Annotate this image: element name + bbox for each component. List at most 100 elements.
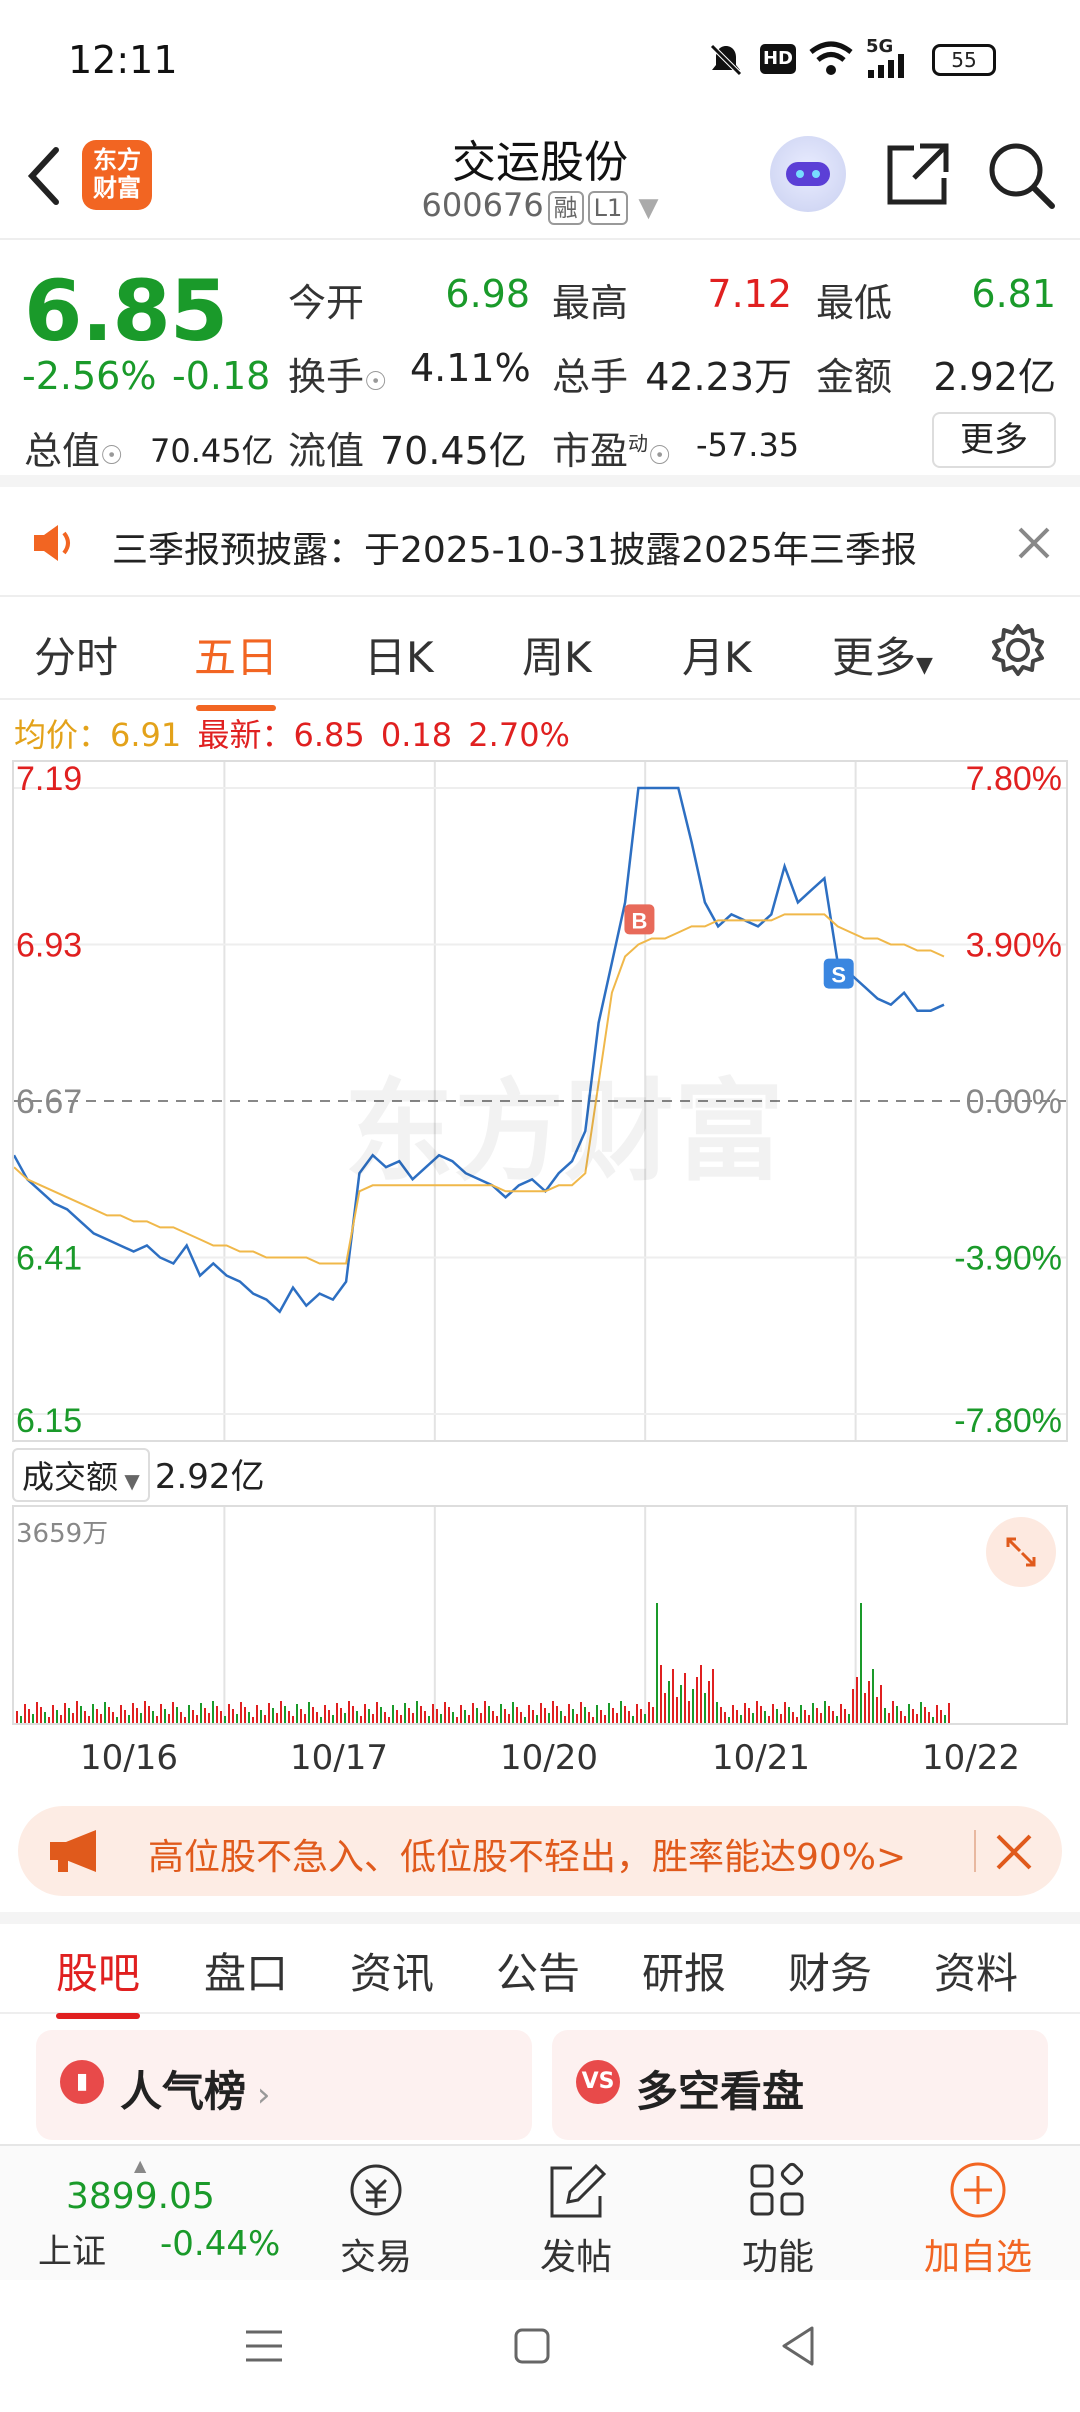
tab-profile[interactable]: 资料: [934, 1940, 1018, 2001]
dropdown-icon: ▼: [638, 193, 659, 223]
volume-bar: [100, 1714, 102, 1723]
tab-monthly-k[interactable]: 月K: [682, 624, 752, 685]
volume-bar: [136, 1708, 138, 1723]
volume-bar: [920, 1702, 922, 1723]
back-nav-icon[interactable]: [776, 2322, 820, 2370]
volume-bar: [400, 1715, 402, 1723]
volume-bar: [364, 1704, 366, 1723]
tab-research[interactable]: 研报: [642, 1940, 726, 2001]
tab-weekly-k[interactable]: 周K: [522, 624, 592, 685]
quote-panel: 6.85 -2.56% -0.18 今开 6.98 最高 7.12 最低 6.8…: [0, 242, 1080, 487]
trade-icon: [350, 2164, 402, 2216]
volume-bar: [692, 1689, 694, 1723]
volume-bar: [348, 1701, 350, 1723]
volume-bar: [220, 1711, 222, 1723]
ai-assistant-icon[interactable]: [770, 136, 846, 212]
avg-value: 6.91: [110, 716, 182, 754]
bull-bear-card[interactable]: VS 多空看盘: [552, 2030, 1048, 2140]
volume-bar: [888, 1713, 890, 1723]
volume-bar: [316, 1712, 318, 1723]
edit-icon: [550, 2163, 607, 2218]
close-icon[interactable]: [994, 1832, 1034, 1872]
share-icon[interactable]: [884, 140, 952, 208]
change-amount: -0.18: [172, 354, 271, 398]
popularity-card[interactable]: ▮ 人气榜 ›: [36, 2030, 532, 2140]
tab-finance[interactable]: 财务: [788, 1940, 872, 2001]
volume-bar: [156, 1716, 158, 1723]
volume-bar: [936, 1705, 938, 1723]
volume-bar: [836, 1716, 838, 1723]
volume-bar: [96, 1709, 98, 1723]
volume-bar: [228, 1704, 230, 1723]
expand-icon[interactable]: [986, 1517, 1056, 1587]
volume-bar: [532, 1710, 534, 1723]
volume-bar: [104, 1702, 106, 1723]
volume-bar: [636, 1704, 638, 1723]
volume-bar: [144, 1701, 146, 1723]
volume-value: 2.92亿: [154, 1457, 265, 1497]
volume-chart[interactable]: 3659万: [12, 1505, 1068, 1725]
volume-bar: [84, 1711, 86, 1723]
tab-guba[interactable]: 股吧: [56, 1940, 141, 2019]
y-tick-right: -3.90%: [954, 1240, 1062, 1278]
date-tick: 10/16: [80, 1738, 178, 1778]
notice-bar[interactable]: 三季报预披露：于2025-10-31披露2025年三季报: [0, 487, 1080, 597]
volume-bar: [20, 1716, 22, 1723]
volume-selector[interactable]: 成交额 ▼: [12, 1448, 150, 1502]
change-percent: -2.56%: [22, 354, 157, 398]
volume-bar: [944, 1715, 946, 1723]
volume-bar: [792, 1712, 794, 1723]
volume-bar: [256, 1705, 258, 1723]
volume-bar: [896, 1706, 898, 1723]
volume-bar: [148, 1706, 150, 1723]
promo-banner[interactable]: 高位股不急入、低位股不轻出，胜率能达90%>: [18, 1806, 1062, 1896]
volume-bar: [556, 1706, 558, 1723]
volume-bar: [808, 1715, 810, 1723]
volume-bar: [216, 1706, 218, 1723]
volume-bar: [392, 1705, 394, 1723]
close-icon[interactable]: [1016, 525, 1052, 561]
tab-orderbook[interactable]: 盘口: [204, 1940, 288, 2001]
volume-bar: [880, 1685, 882, 1723]
tab-announcements[interactable]: 公告: [496, 1940, 580, 2001]
volume-bar: [268, 1703, 270, 1723]
tab-news[interactable]: 资讯: [350, 1940, 434, 2001]
home-icon[interactable]: [510, 2324, 554, 2368]
volume-bar: [592, 1717, 594, 1723]
volume-bar: [540, 1703, 542, 1723]
volume-bar: [812, 1703, 814, 1723]
volume-bar: [728, 1717, 730, 1723]
volume-bar: [548, 1713, 550, 1723]
price-chart[interactable]: 7.19 7.80% 6.93 3.90% 6.67 0.00% 6.41 -3.90% 6.1…: [12, 760, 1068, 1442]
volume-bar: [92, 1704, 94, 1723]
volume-bar: [712, 1669, 714, 1723]
volume-bar: [464, 1710, 466, 1723]
settings-icon[interactable]: [990, 622, 1046, 678]
volume-bar: [856, 1677, 858, 1723]
tab-more[interactable]: 更多▼: [832, 624, 933, 685]
volume-bar: [300, 1709, 302, 1723]
volume-bar: [40, 1707, 42, 1723]
volume-bar: [120, 1705, 122, 1723]
volume-bar: [244, 1707, 246, 1723]
tab-five-day[interactable]: 五日: [194, 624, 278, 711]
tab-intraday[interactable]: 分时: [34, 624, 118, 685]
signal-icon: [868, 54, 904, 78]
volume-bar: [160, 1704, 162, 1723]
tab-daily-k[interactable]: 日K: [364, 624, 434, 685]
volume-bar: [236, 1714, 238, 1723]
volume-bar: [192, 1710, 194, 1723]
volume-bar: [164, 1709, 166, 1723]
search-icon[interactable]: [986, 140, 1056, 210]
volume-bar: [564, 1716, 566, 1723]
low-label: 最低: [816, 281, 893, 325]
volume-bar: [772, 1704, 774, 1723]
bottom-nav: ▲ 3899.05 上证 -0.44% 交易 发帖 功能 加自选: [0, 2144, 1080, 2280]
volume-bar: [912, 1709, 914, 1723]
volume-bar: [80, 1706, 82, 1723]
menu-icon[interactable]: [242, 2326, 286, 2366]
volume-bar: [756, 1701, 758, 1723]
more-button[interactable]: 更多: [932, 412, 1056, 468]
volume-bar: [376, 1702, 378, 1723]
volume-bar: [488, 1706, 490, 1723]
